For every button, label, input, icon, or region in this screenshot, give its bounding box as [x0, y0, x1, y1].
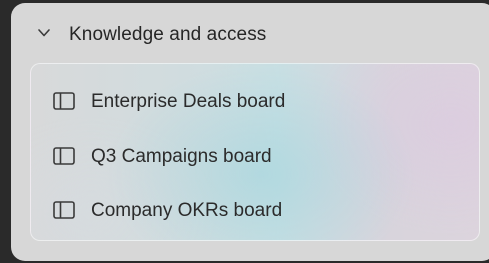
list-item-board[interactable]: Enterprise Deals board — [31, 82, 479, 122]
window-frame: Knowledge and access Enterprise Deals bo… — [0, 0, 489, 263]
board-label: Company OKRs board — [91, 200, 283, 221]
section-header[interactable]: Knowledge and access — [11, 3, 489, 65]
board-icon — [53, 147, 75, 165]
board-label: Q3 Campaigns board — [91, 146, 272, 167]
section-title: Knowledge and access — [69, 24, 267, 45]
chevron-down-icon[interactable] — [37, 28, 51, 38]
board-icon — [53, 201, 75, 219]
board-icon — [53, 92, 75, 110]
list-item-board[interactable]: Company OKRs board — [31, 191, 479, 231]
board-label: Enterprise Deals board — [91, 91, 286, 112]
knowledge-and-access-panel: Knowledge and access Enterprise Deals bo… — [11, 3, 489, 261]
boards-list: Enterprise Deals board Q3 Campaigns boar… — [30, 63, 480, 241]
list-item-board[interactable]: Q3 Campaigns board — [31, 137, 479, 177]
